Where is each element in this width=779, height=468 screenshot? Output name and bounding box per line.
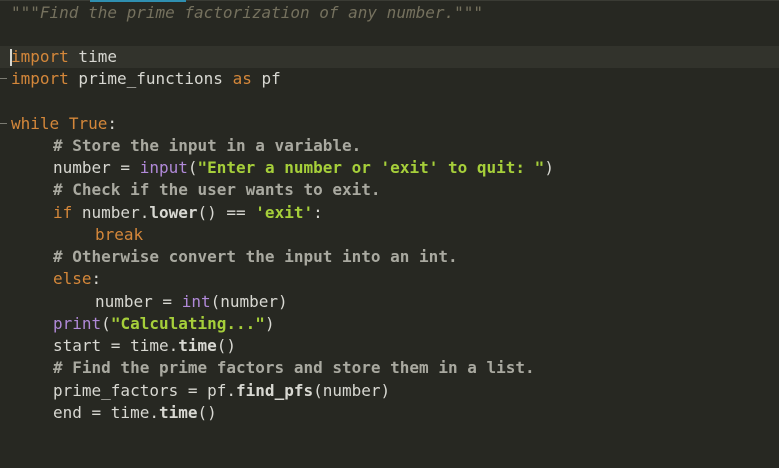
code-token-doc: """Find the prime factorization of any n…	[11, 3, 484, 22]
code-token-kw: True	[68, 114, 108, 133]
code-line-content: number = int(number)	[95, 291, 288, 313]
code-token-op: ()	[216, 336, 237, 355]
code-token-id: (number)	[313, 381, 391, 400]
code-line-number-input[interactable]: number = input("Enter a number or 'exit'…	[0, 157, 779, 179]
code-token-op: (	[101, 314, 111, 333]
code-line-else[interactable]: else:	[0, 268, 779, 290]
code-line-comment-convert[interactable]: # Otherwise convert the input into an in…	[0, 246, 779, 268]
code-token-kw: import	[11, 47, 69, 66]
code-token-id: number =	[95, 292, 182, 311]
code-token-comment: # Check if the user wants to exit.	[53, 180, 381, 199]
code-line-content: print("Calculating...")	[53, 313, 275, 335]
code-token-builtin: input	[139, 158, 188, 177]
code-token-id: prime_functions	[68, 69, 233, 88]
code-token-op: :	[107, 114, 117, 133]
code-token-id: number =	[53, 158, 140, 177]
code-line-content: number = input("Enter a number or 'exit'…	[53, 157, 554, 179]
code-token-kw: while	[11, 114, 60, 133]
code-line-while[interactable]: while True:	[0, 113, 779, 135]
code-line-docstring[interactable]: """Find the prime factorization of any n…	[0, 2, 779, 24]
code-token-kw: import	[11, 69, 69, 88]
code-line-end-time[interactable]: end = time.time()	[0, 402, 779, 424]
code-line-comment-check[interactable]: # Check if the user wants to exit.	[0, 179, 779, 201]
code-token-id: number.	[72, 203, 150, 222]
code-line-content: # Otherwise convert the input into an in…	[53, 246, 458, 268]
code-token-id: prime_factors = pf.	[53, 381, 237, 400]
code-line-content: start = time.time()	[53, 335, 236, 357]
code-token-op: () ==	[197, 203, 256, 222]
code-token-comment: # Find the prime factors and store them …	[53, 358, 535, 377]
code-line-content: while True:	[11, 113, 117, 135]
code-line-import-time[interactable]: import time	[0, 46, 779, 68]
code-line-content: # Check if the user wants to exit.	[53, 179, 381, 201]
code-token-op: ()	[197, 403, 217, 422]
code-token-id: pf	[251, 69, 281, 88]
code-token-str: "Enter a number or	[197, 158, 381, 177]
code-token-id	[59, 114, 69, 133]
code-line-print[interactable]: print("Calculating...")	[0, 313, 779, 335]
code-token-op: :	[313, 203, 323, 222]
code-token-str: 'exit'	[380, 158, 439, 177]
fold-marker	[0, 78, 7, 79]
code-line-content: import prime_functions as pf	[11, 68, 281, 90]
code-token-fn: find_pfs	[236, 381, 314, 400]
code-line-content: else:	[53, 268, 101, 290]
code-token-comment: # Otherwise convert the input into an in…	[53, 247, 458, 266]
code-token-op: )	[264, 314, 275, 333]
code-token-op: )	[544, 158, 554, 177]
code-line-content: # Store the input in a variable.	[53, 135, 361, 157]
code-line-content: import time	[11, 46, 117, 68]
code-token-str: 'exit'	[255, 203, 314, 222]
code-token-str: "Calculating..."	[110, 314, 265, 333]
code-token-fn: time	[158, 403, 198, 422]
code-token-fn: lower	[149, 203, 198, 222]
code-token-id: time	[68, 47, 117, 66]
code-line-import-prime[interactable]: import prime_functions as pf	[0, 68, 779, 90]
code-token-op: :	[91, 269, 102, 288]
code-line-if-exit[interactable]: if number.lower() == 'exit':	[0, 202, 779, 224]
code-line-content: # Find the prime factors and store them …	[53, 357, 535, 379]
code-token-kw: as	[232, 69, 252, 88]
code-line-number-int[interactable]: number = int(number)	[0, 291, 779, 313]
code-line-content: break	[95, 224, 143, 246]
code-line-content: prime_factors = pf.find_pfs(number)	[53, 380, 390, 402]
code-line-start-time[interactable]: start = time.time()	[0, 335, 779, 357]
code-token-kw: else	[53, 269, 92, 288]
code-line-prime-factors[interactable]: prime_factors = pf.find_pfs(number)	[0, 380, 779, 402]
fold-marker	[0, 123, 7, 124]
code-token-comment: # Store the input in a variable.	[53, 136, 362, 155]
code-editor[interactable]: """Find the prime factorization of any n…	[0, 0, 779, 431]
code-line-comment-store[interactable]: # Store the input in a variable.	[0, 135, 779, 157]
code-line-content: """Find the prime factorization of any n…	[11, 2, 483, 24]
code-token-kw: if	[53, 203, 73, 222]
code-line-content: if number.lower() == 'exit':	[53, 202, 323, 224]
code-token-fn: time	[178, 336, 217, 355]
code-token-id: end = time.	[53, 403, 159, 422]
code-token-id: (number)	[210, 292, 288, 311]
code-token-builtin: int	[181, 292, 211, 311]
code-token-str: to quit: "	[438, 158, 545, 177]
code-line-comment-find[interactable]: # Find the prime factors and store them …	[0, 357, 779, 379]
code-token-builtin: print	[53, 314, 102, 333]
code-line-content: end = time.time()	[53, 402, 217, 424]
code-line-break[interactable]: break	[0, 224, 779, 246]
code-token-op: (	[187, 158, 198, 177]
code-token-id: start = time.	[53, 336, 179, 355]
code-token-kw: break	[95, 225, 144, 244]
